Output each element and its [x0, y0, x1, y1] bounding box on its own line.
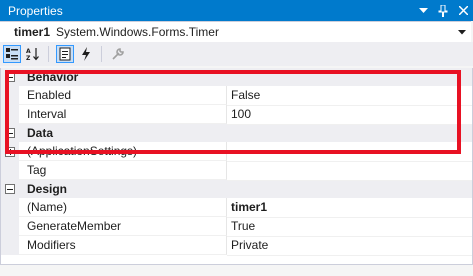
window-position-dropdown-icon[interactable] [413, 0, 433, 21]
properties-toolbar: A Z [0, 42, 473, 66]
object-selector[interactable]: timer1 System.Windows.Forms.Timer [0, 21, 471, 43]
properties-view-icon[interactable] [56, 45, 74, 63]
property-row-modifiers[interactable]: Modifiers Private [1, 236, 472, 256]
property-name: Tag [19, 161, 227, 180]
pin-icon[interactable] [433, 0, 453, 21]
property-pages-wrench-icon[interactable] [109, 45, 127, 63]
property-value[interactable] [227, 161, 472, 181]
property-row-tag[interactable]: Tag [1, 161, 472, 181]
category-data[interactable]: Data [1, 124, 472, 142]
object-name: timer1 [14, 25, 51, 39]
alphabetical-icon[interactable]: A Z [24, 45, 42, 63]
property-name: Modifiers [19, 236, 227, 255]
categorized-icon[interactable] [3, 45, 21, 63]
toolbar-separator [101, 46, 102, 62]
property-name: Interval [19, 105, 227, 124]
property-name: (Name) [19, 198, 227, 217]
category-design[interactable]: Design [1, 180, 472, 198]
panel-bottom [0, 265, 473, 276]
property-row-generatemember[interactable]: GenerateMember True [1, 217, 472, 237]
toolbar-separator [48, 46, 49, 62]
property-row-applicationsettings[interactable]: (ApplicationSettings) [1, 142, 472, 162]
property-row-enabled[interactable]: Enabled False [1, 86, 472, 106]
events-lightning-icon[interactable] [77, 45, 95, 63]
svg-text:A: A [26, 48, 31, 55]
chevron-down-icon[interactable] [453, 29, 471, 35]
category-label: Behavior [27, 70, 79, 84]
property-name: (ApplicationSettings) [19, 142, 227, 161]
property-name: GenerateMember [19, 217, 227, 236]
property-row-name[interactable]: (Name) timer1 [1, 198, 472, 218]
properties-titlebar: Properties [0, 0, 473, 21]
property-grid: Behavior Enabled False Interval 100 Data… [0, 68, 473, 265]
property-value[interactable] [227, 142, 472, 162]
property-value[interactable]: timer1 [227, 198, 472, 218]
category-behavior[interactable]: Behavior [1, 68, 472, 86]
window-title: Properties [8, 3, 63, 18]
collapse-icon[interactable] [5, 184, 15, 194]
property-value[interactable]: True [227, 217, 472, 237]
property-name: Enabled [19, 86, 227, 105]
property-value[interactable]: False [227, 86, 472, 106]
svg-text:Z: Z [26, 55, 31, 61]
category-label: Data [27, 126, 54, 140]
gutter [1, 68, 19, 86]
collapse-icon[interactable] [5, 128, 15, 138]
expand-icon[interactable] [5, 146, 15, 157]
close-icon[interactable] [453, 0, 473, 21]
category-label: Design [27, 182, 68, 196]
property-value[interactable]: Private [227, 236, 472, 256]
collapse-icon[interactable] [5, 72, 15, 82]
object-type: System.Windows.Forms.Timer [56, 25, 219, 39]
property-value[interactable]: 100 [227, 105, 472, 125]
property-row-interval[interactable]: Interval 100 [1, 105, 472, 125]
